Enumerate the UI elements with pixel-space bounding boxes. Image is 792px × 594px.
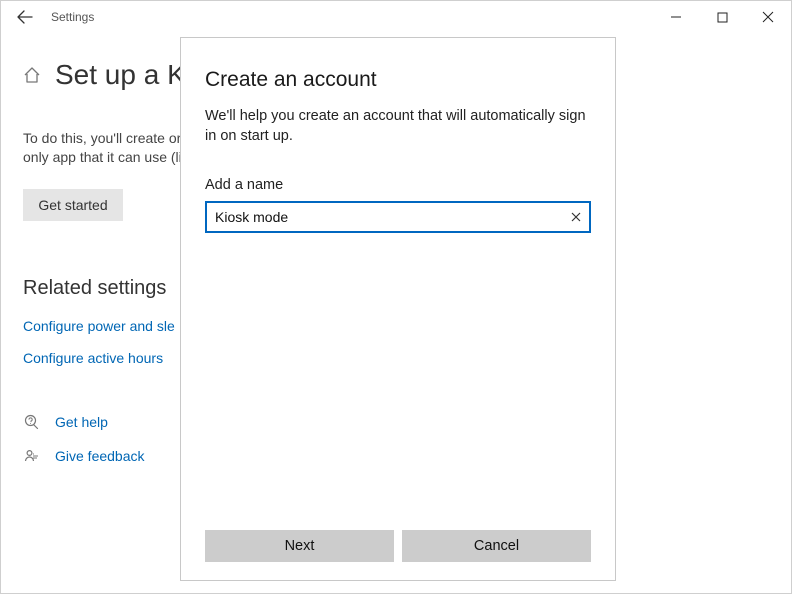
name-field-label: Add a name — [205, 177, 591, 193]
get-help-link[interactable]: Get help — [55, 414, 108, 430]
maximize-icon — [717, 12, 728, 23]
close-icon — [762, 11, 774, 23]
get-started-button[interactable]: Get started — [23, 189, 123, 221]
arrow-left-icon — [17, 9, 33, 25]
next-button[interactable]: Next — [205, 530, 394, 562]
minimize-button[interactable] — [653, 1, 699, 33]
home-icon[interactable] — [23, 66, 41, 84]
name-input[interactable] — [215, 209, 565, 225]
app-title: Settings — [51, 10, 94, 24]
dialog-title: Create an account — [205, 68, 591, 92]
close-button[interactable] — [745, 1, 791, 33]
titlebar: Settings — [1, 1, 791, 33]
settings-window: Settings Set up a K To do this, you'll c… — [0, 0, 792, 594]
dialog-buttons: Next Cancel — [205, 530, 591, 562]
help-icon — [23, 414, 41, 430]
give-feedback-link[interactable]: Give feedback — [55, 448, 145, 464]
page-title: Set up a K — [55, 59, 186, 91]
back-button[interactable] — [5, 1, 45, 33]
x-icon — [571, 212, 581, 222]
clear-input-button[interactable] — [565, 212, 581, 222]
dialog-description: We'll help you create an account that wi… — [205, 106, 591, 147]
create-account-dialog: Create an account We'll help you create … — [180, 37, 616, 581]
minimize-icon — [670, 11, 682, 23]
caption-buttons — [653, 1, 791, 33]
feedback-icon — [23, 448, 41, 464]
cancel-button[interactable]: Cancel — [402, 530, 591, 562]
dialog-spacer — [205, 233, 591, 530]
maximize-button[interactable] — [699, 1, 745, 33]
name-input-wrap[interactable] — [205, 201, 591, 233]
